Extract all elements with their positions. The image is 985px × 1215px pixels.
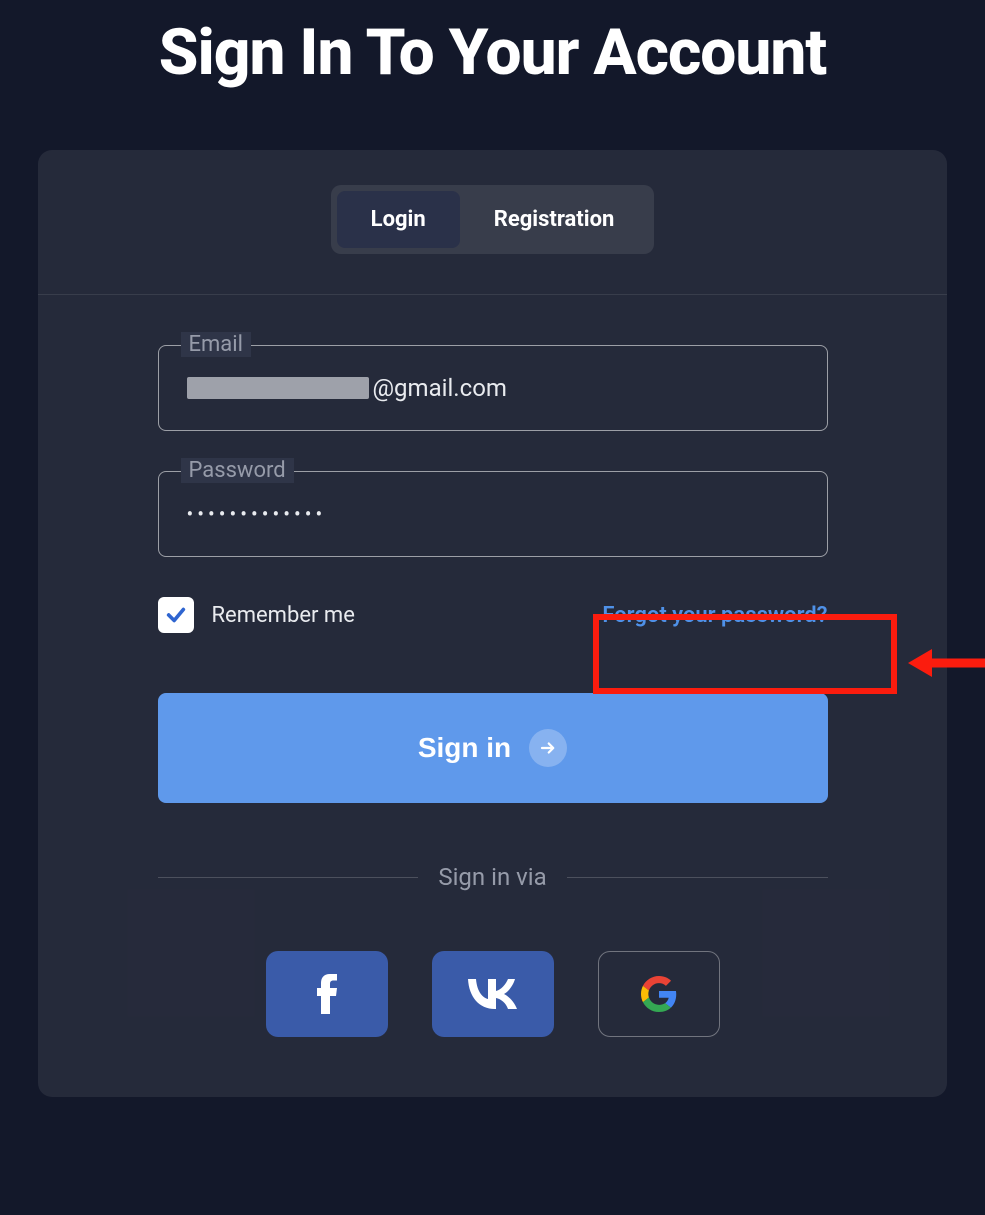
forgot-password-link[interactable]: Forgot your password? bbox=[602, 603, 827, 628]
tabs-container: Login Registration bbox=[38, 150, 947, 295]
check-icon bbox=[165, 604, 187, 626]
google-icon bbox=[641, 976, 677, 1012]
tabs: Login Registration bbox=[331, 185, 655, 254]
divider-line-left bbox=[158, 877, 419, 878]
annotation-arrow-icon bbox=[908, 645, 985, 681]
facebook-icon bbox=[317, 974, 337, 1014]
signin-via-divider: Sign in via bbox=[158, 863, 828, 891]
facebook-login-button[interactable] bbox=[266, 951, 388, 1037]
arrow-right-icon bbox=[539, 739, 557, 757]
vk-icon bbox=[467, 979, 519, 1009]
email-value: @gmail.com bbox=[187, 374, 507, 402]
divider-line-right bbox=[567, 877, 828, 878]
email-suffix: @gmail.com bbox=[373, 374, 507, 402]
email-field[interactable]: Email @gmail.com bbox=[158, 345, 828, 431]
remember-me-checkbox[interactable] bbox=[158, 597, 194, 633]
page-title: Sign In To Your Account bbox=[0, 15, 985, 90]
social-buttons-row bbox=[158, 951, 828, 1037]
tab-login[interactable]: Login bbox=[337, 191, 460, 248]
arrow-right-circle-icon bbox=[529, 729, 567, 767]
signin-via-label: Sign in via bbox=[438, 863, 546, 891]
remember-me-label: Remember me bbox=[212, 603, 355, 628]
vk-login-button[interactable] bbox=[432, 951, 554, 1037]
signin-button[interactable]: Sign in bbox=[158, 693, 828, 803]
remember-me-wrap: Remember me bbox=[158, 597, 355, 633]
password-field[interactable]: Password ••••••••••••• bbox=[158, 471, 828, 557]
redacted-text bbox=[187, 377, 369, 399]
signin-button-label: Sign in bbox=[418, 732, 511, 764]
signin-card: Login Registration Email @gmail.com Pass… bbox=[38, 150, 947, 1097]
tab-registration[interactable]: Registration bbox=[460, 191, 649, 248]
remember-forgot-row: Remember me Forgot your password? bbox=[158, 597, 828, 633]
password-value-masked: ••••••••••••• bbox=[187, 502, 327, 526]
login-form: Email @gmail.com Password ••••••••••••• … bbox=[158, 345, 828, 1037]
google-login-button[interactable] bbox=[598, 951, 720, 1037]
password-label: Password bbox=[181, 458, 294, 483]
email-label: Email bbox=[181, 332, 251, 357]
